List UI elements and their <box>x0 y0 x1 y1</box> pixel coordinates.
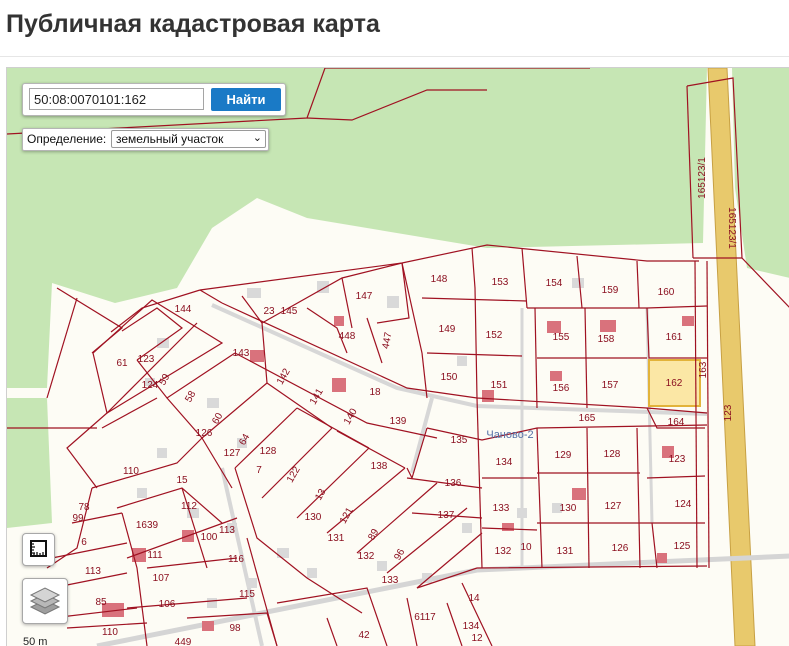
parcel-label: 14 <box>468 593 480 604</box>
definition-label: Определение: <box>27 132 107 146</box>
settlement-label: Чаново-2 <box>486 429 533 441</box>
parcel-label: 116 <box>228 554 244 565</box>
parcel-label: 123 <box>669 454 686 465</box>
parcel-label: 23 <box>263 306 275 317</box>
parcel-label: 147 <box>356 291 373 302</box>
search-panel: Найти <box>22 83 286 116</box>
parcel-label: 145 <box>281 306 298 317</box>
title-divider <box>0 56 789 57</box>
definition-selected-value: земельный участок <box>116 132 224 146</box>
parcel-label: 159 <box>602 285 619 296</box>
parcel-label: 133 <box>493 503 510 514</box>
parcel-label: 130 <box>305 512 322 523</box>
parcel-label: 156 <box>553 383 570 394</box>
parcel-label: 78 <box>78 502 90 513</box>
parcel-label: 125 <box>674 541 691 552</box>
parcel-label: 18 <box>369 387 381 398</box>
parcel-label: 115 <box>239 589 255 600</box>
parcel-label: 161 <box>666 332 683 343</box>
parcel-label: 112 <box>181 501 197 512</box>
parcel-label: 106 <box>159 599 176 610</box>
parcel-label: 139 <box>390 416 407 427</box>
parcel-label: 131 <box>328 533 345 544</box>
parcel-label: 134 <box>496 457 513 468</box>
parcel-label: 131 <box>557 546 574 557</box>
parcel-label: 123 <box>138 354 155 365</box>
parcel-label: 6 <box>81 537 87 548</box>
parcel-label: 61 <box>116 358 128 369</box>
parcel-label: 10 <box>520 542 532 553</box>
parcel-label: 85 <box>95 597 107 608</box>
parcel-label: 155 <box>553 332 570 343</box>
forest-area <box>7 398 52 528</box>
parcel-label: 160 <box>658 287 675 298</box>
ruler-button[interactable] <box>22 533 55 566</box>
parcel-label: 157 <box>602 380 619 391</box>
parcel-label: 448 <box>339 331 356 342</box>
parcel-label: 132 <box>358 551 375 562</box>
parcel-label: 110 <box>123 466 139 477</box>
parcel-label: 113 <box>219 525 235 536</box>
parcel-label: 150 <box>441 372 458 383</box>
parcel-label: 143 <box>233 348 250 359</box>
parcel-label: 164 <box>668 417 685 428</box>
parcel-label: 123 <box>723 404 734 421</box>
parcel-label: 124 <box>142 380 159 391</box>
parcel-label: 158 <box>598 334 615 345</box>
parcel-label: 132 <box>495 546 512 557</box>
parcel-label: 111 <box>147 550 163 561</box>
parcel-label: 149 <box>439 324 456 335</box>
parcel-label: 12 <box>471 633 483 644</box>
parcel-label: 126 <box>196 428 213 439</box>
parcel-label: 110 <box>102 627 118 638</box>
chevron-down-icon: ⌄ <box>252 131 262 144</box>
parcel-label: 152 <box>486 330 503 341</box>
parcel-label: 136 <box>445 478 462 489</box>
parcel-label: 6117 <box>414 612 436 623</box>
definition-panel: Определение: земельный участок ⌄ <box>22 128 269 151</box>
parcel-label: 128 <box>260 446 277 457</box>
parcel-label: 127 <box>605 501 622 512</box>
parcel-label: 127 <box>224 448 241 459</box>
find-button[interactable]: Найти <box>211 88 281 111</box>
parcel-label: 165123/1 <box>726 207 737 249</box>
parcel-label: 163 <box>698 361 709 378</box>
parcel-label: 126 <box>612 543 629 554</box>
parcel-label: 134 <box>463 621 480 632</box>
parcel-label: 162 <box>666 378 683 389</box>
parcel-label: 154 <box>546 278 563 289</box>
parcel-label: 15 <box>176 475 188 486</box>
parcel-label: 133 <box>382 575 399 586</box>
parcel-label: 128 <box>604 449 621 460</box>
parcel-label: 138 <box>371 461 388 472</box>
parcel-label: 124 <box>675 499 692 510</box>
parcel-label: 148 <box>431 274 448 285</box>
parcel-label: 137 <box>438 510 455 521</box>
parcel-label: 42 <box>358 630 370 641</box>
parcel-label: 113 <box>85 566 101 577</box>
cadastral-map[interactable]: 148 153 154 159 160 147 144 23 145 448 4… <box>7 68 789 646</box>
map-view[interactable]: 148 153 154 159 160 147 144 23 145 448 4… <box>6 67 789 646</box>
layers-button[interactable] <box>22 578 68 624</box>
cadastral-number-input[interactable] <box>29 88 204 110</box>
parcel-label: 107 <box>153 573 170 584</box>
parcel-label: 99 <box>72 513 84 524</box>
parcel-label: 98 <box>229 623 241 634</box>
parcel-label: 144 <box>175 304 192 315</box>
ruler-icon <box>30 540 47 557</box>
layers-icon <box>29 587 61 615</box>
parcel-label: 165123/1 <box>697 157 708 199</box>
parcel-label: 129 <box>555 450 572 461</box>
parcel-label: 1639 <box>136 520 159 531</box>
parcel-label: 151 <box>491 380 508 391</box>
parcel-label: 135 <box>451 435 468 446</box>
parcel-label: 130 <box>560 503 577 514</box>
parcel-label: 153 <box>492 277 509 288</box>
parcel-label: 165 <box>579 413 596 424</box>
page-title: Публичная кадастровая карта <box>6 10 380 38</box>
definition-select[interactable]: земельный участок ⌄ <box>111 130 266 148</box>
parcel-label: 100 <box>201 532 218 543</box>
parcel-label: 7 <box>256 465 262 476</box>
